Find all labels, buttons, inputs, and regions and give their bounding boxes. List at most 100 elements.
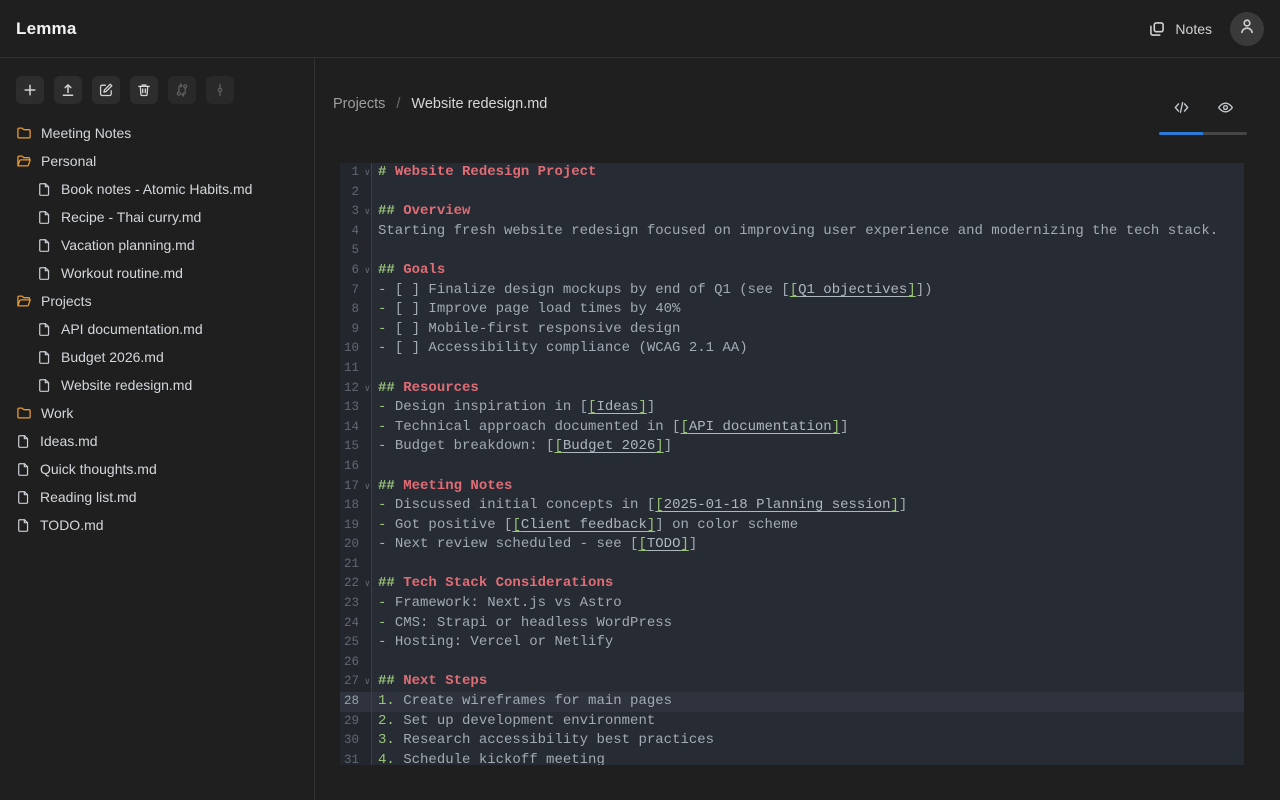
tab-preview-view[interactable]: [1203, 96, 1247, 124]
editor-line-content[interactable]: 3. Research accessibility best practices: [371, 731, 1244, 751]
code-token: Design inspiration in [: [395, 399, 588, 415]
commit-icon: [212, 82, 228, 98]
editor-line-content[interactable]: 1. Create wireframes for main pages: [371, 692, 1244, 712]
file-icon: [16, 518, 31, 533]
editor-line-content[interactable]: Starting fresh website redesign focused …: [371, 222, 1244, 242]
code-token: Resources: [403, 380, 479, 396]
editor-line-content[interactable]: ## Overview: [371, 202, 1244, 222]
line-number: 3: [351, 202, 359, 222]
breadcrumb-separator: /: [396, 96, 400, 112]
fold-chevron-icon[interactable]: ∨: [365, 575, 370, 595]
editor-line-content[interactable]: - Design inspiration in [[Ideas]]: [371, 398, 1244, 418]
editor-line-content[interactable]: - [ ] Accessibility compliance (WCAG 2.1…: [371, 339, 1244, 359]
delete-button[interactable]: [130, 76, 158, 104]
line-number: 22: [344, 574, 359, 594]
editor-line-content[interactable]: # Website Redesign Project: [371, 163, 1244, 183]
editor-line-content[interactable]: [371, 653, 1244, 673]
tab-indicator-inactive: [1203, 132, 1247, 135]
editor-line-content[interactable]: ## Resources: [371, 379, 1244, 399]
editor-line-content[interactable]: [371, 555, 1244, 575]
tree-file-api-documentation-md[interactable]: API documentation.md: [0, 315, 314, 343]
fold-chevron-icon[interactable]: ∨: [365, 478, 370, 498]
breadcrumb-parent[interactable]: Projects: [333, 96, 385, 112]
editor-line-content[interactable]: - Framework: Next.js vs Astro: [371, 594, 1244, 614]
tree-file-ideas-md[interactable]: Ideas.md: [0, 427, 314, 455]
fold-chevron-icon[interactable]: ∨: [365, 262, 370, 282]
tree-file-website-redesign-md[interactable]: Website redesign.md: [0, 371, 314, 399]
upload-button[interactable]: [54, 76, 82, 104]
tree-file-reading-list-md[interactable]: Reading list.md: [0, 483, 314, 511]
fold-chevron-icon[interactable]: ∨: [365, 673, 370, 693]
notes-button[interactable]: Notes: [1148, 20, 1212, 38]
code-token: ] on color scheme: [655, 517, 798, 533]
notes-stack-icon: [1148, 20, 1166, 38]
editor-line-content[interactable]: [371, 359, 1244, 379]
tree-folder-meeting-notes[interactable]: Meeting Notes: [0, 119, 314, 147]
editor-line-content[interactable]: ## Next Steps: [371, 672, 1244, 692]
editor-line-content[interactable]: ## Tech Stack Considerations: [371, 574, 1244, 594]
editor-line-content[interactable]: - Discussed initial concepts in [[2025-0…: [371, 496, 1244, 516]
tree-item-label: Work: [41, 405, 73, 421]
tree-item-label: Recipe - Thai curry.md: [61, 209, 201, 225]
tree-file-quick-thoughts-md[interactable]: Quick thoughts.md: [0, 455, 314, 483]
sidebar: Meeting NotesPersonalBook notes - Atomic…: [0, 58, 315, 800]
editor-line-content[interactable]: - CMS: Strapi or headless WordPress: [371, 614, 1244, 634]
editor-line-content[interactable]: - Technical approach documented in [[API…: [371, 418, 1244, 438]
editor-line-content[interactable]: - Hosting: Vercel or Netlify: [371, 633, 1244, 653]
line-number: 17: [344, 477, 359, 497]
editor-line-content[interactable]: - Got positive [[Client feedback]] on co…: [371, 516, 1244, 536]
code-token: ##: [378, 673, 403, 689]
fold-chevron-icon[interactable]: ∨: [365, 380, 370, 400]
code-token: -: [378, 634, 395, 650]
editor-line-content[interactable]: - [ ] Improve page load times by 40%: [371, 300, 1244, 320]
editor-line-11: 11: [340, 359, 1244, 379]
tree-folder-projects[interactable]: Projects: [0, 287, 314, 315]
editor-line-6: 6∨## Goals: [340, 261, 1244, 281]
tree-folder-personal[interactable]: Personal: [0, 147, 314, 175]
tree-file-budget-2026-md[interactable]: Budget 2026.md: [0, 343, 314, 371]
tree-file-todo-md[interactable]: TODO.md: [0, 511, 314, 539]
editor-line-content[interactable]: ## Meeting Notes: [371, 477, 1244, 497]
editor-line-content[interactable]: - [ ] Finalize design mockups by end of …: [371, 281, 1244, 301]
gutter-cell: 21: [340, 555, 371, 575]
editor-line-content[interactable]: [371, 457, 1244, 477]
file-icon: [37, 322, 52, 337]
code-token: Got positive [: [395, 517, 513, 533]
code-token: -: [378, 438, 395, 454]
tree-file-vacation-planning-md[interactable]: Vacation planning.md: [0, 231, 314, 259]
line-number: 23: [344, 594, 359, 614]
line-number: 27: [344, 672, 359, 692]
fold-chevron-icon[interactable]: ∨: [365, 203, 370, 223]
gutter-cell: 19: [340, 516, 371, 536]
line-number: 13: [344, 398, 359, 418]
code-token: [ ] Improve page load times by 40%: [395, 301, 681, 317]
tree-file-book-notes-atomic-habits-md[interactable]: Book notes - Atomic Habits.md: [0, 175, 314, 203]
markdown-editor[interactable]: 1∨# Website Redesign Project23∨## Overvi…: [340, 163, 1244, 765]
editor-line-content[interactable]: [371, 183, 1244, 203]
editor-line-content[interactable]: 2. Set up development environment: [371, 712, 1244, 732]
code-token: -: [378, 595, 395, 611]
tree-file-workout-routine-md[interactable]: Workout routine.md: [0, 259, 314, 287]
avatar[interactable]: [1230, 12, 1264, 46]
editor-line-content[interactable]: [371, 241, 1244, 261]
tree-item-label: Vacation planning.md: [61, 237, 195, 253]
editor-line-1: 1∨# Website Redesign Project: [340, 163, 1244, 183]
upload-icon: [60, 82, 76, 98]
tree-file-recipe-thai-curry-md[interactable]: Recipe - Thai curry.md: [0, 203, 314, 231]
tab-source-view[interactable]: [1159, 96, 1203, 124]
editor-line-content[interactable]: - Next review scheduled - see [[TODO]]: [371, 535, 1244, 555]
editor-line-content[interactable]: ## Goals: [371, 261, 1244, 281]
edit-button[interactable]: [92, 76, 120, 104]
editor-line-content[interactable]: 4. Schedule kickoff meeting: [371, 751, 1244, 765]
tab-indicator: [1159, 132, 1247, 135]
gutter-cell: 14: [340, 418, 371, 438]
editor-line-content[interactable]: - [ ] Mobile-first responsive design: [371, 320, 1244, 340]
tree-folder-work[interactable]: Work: [0, 399, 314, 427]
code-token: ##: [378, 203, 403, 219]
code-token: ]: [689, 536, 697, 552]
new-note-button[interactable]: [16, 76, 44, 104]
line-number: 29: [344, 712, 359, 732]
editor-line-content[interactable]: - Budget breakdown: [[Budget 2026]]: [371, 437, 1244, 457]
fold-chevron-icon[interactable]: ∨: [365, 164, 370, 184]
editor-line-27: 27 ∨## Next Steps: [340, 672, 1244, 692]
